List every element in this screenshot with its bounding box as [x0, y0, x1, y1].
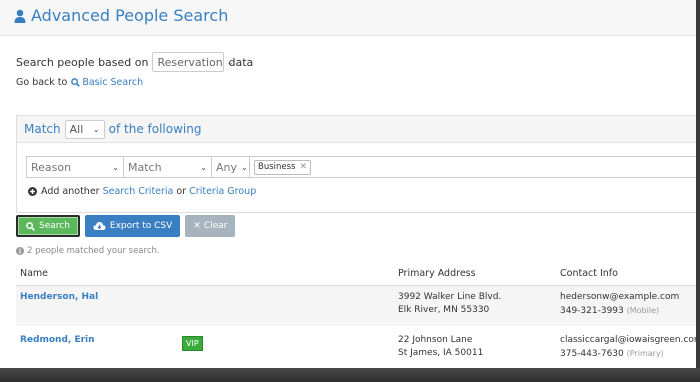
address-line1: 3992 Walker Line Blvd.	[398, 292, 502, 302]
close-icon[interactable]: ✕	[299, 162, 307, 172]
data-source-value: Reservation	[157, 55, 223, 69]
column-header-name: Name	[20, 268, 49, 279]
add-or: or	[176, 186, 187, 197]
chevron-down-icon: ⌄	[92, 124, 100, 134]
contact-phone-type: (Mobile)	[626, 306, 660, 315]
search-button-label: Search	[39, 221, 70, 231]
contact-phone: 375-443-7630	[560, 349, 624, 359]
contact-email: hedersonw@example.com	[560, 292, 680, 302]
page-header: Advanced People Search	[0, 0, 696, 36]
plus-circle-icon	[28, 187, 37, 196]
person-name-link[interactable]: Henderson, Hal	[20, 291, 98, 304]
criteria-panel: Match All ⌄ of the following Reason ⌄ Ma…	[16, 115, 696, 213]
search-icon	[26, 221, 35, 231]
table-row: Redmond, Erin VIP 22 Johnson Lane St Jam…	[16, 328, 696, 368]
criteria-rows: Reason ⌄ Match ⌄ Any ⌄ Business ✕ Add an…	[17, 143, 696, 197]
contact-phone-line: 349-321-3993 (Mobile)	[560, 304, 659, 318]
operator-select[interactable]: Match ⌄	[124, 157, 212, 177]
add-search-criteria-link[interactable]: Search Criteria	[103, 186, 174, 197]
export-csv-label: Export to CSV	[109, 221, 173, 231]
quantifier-value: Any	[216, 160, 238, 174]
page-title: Advanced People Search	[14, 6, 228, 25]
contact-phone-line: 375-443-7630 (Primary)	[560, 347, 664, 361]
criteria-line: Reason ⌄ Match ⌄ Any ⌄ Business ✕	[26, 156, 696, 178]
go-back-row: Go back to Basic Search	[16, 77, 143, 88]
search-icon	[71, 78, 81, 87]
data-source-row: Search people based on Reservation ⌄ dat…	[16, 52, 253, 72]
contact-phone-type: (Primary)	[626, 349, 664, 358]
clear-button[interactable]: ✕ Clear	[185, 215, 236, 237]
window-shadow-bottom	[0, 368, 700, 382]
action-buttons: Search Export to CSV ✕ Clear	[16, 215, 236, 237]
vip-badge: VIP	[182, 336, 203, 351]
clear-button-label: Clear	[203, 221, 228, 231]
address-line1: 22 Johnson Lane	[398, 335, 473, 345]
field-value: Reason	[31, 160, 72, 174]
contact-email: classiccargal@iowaisgreen.comx	[560, 335, 696, 345]
chevron-down-icon: ⌄	[112, 162, 119, 172]
data-source-prefix: Search people based on	[16, 55, 149, 69]
address-line2: Elk River, MN 55330	[398, 305, 490, 315]
person-name-link[interactable]: Redmond, Erin	[20, 334, 95, 347]
go-back-text: Go back to	[16, 77, 68, 88]
column-header-contact: Contact Info	[560, 268, 618, 279]
match-prefix: Match	[24, 122, 61, 136]
add-criteria-row: Add another Search Criteria or Criteria …	[26, 186, 696, 197]
address-line2: St James, IA 50011	[398, 348, 484, 358]
match-mode-select[interactable]: All ⌄	[64, 119, 105, 139]
match-mode-value: All	[69, 122, 84, 136]
user-icon	[14, 9, 26, 23]
app-frame: Advanced People Search Search people bas…	[0, 0, 696, 368]
match-suffix: of the following	[108, 122, 202, 136]
results-summary: 2 people matched your search.	[16, 246, 160, 256]
info-icon	[16, 247, 24, 255]
quantifier-select[interactable]: Any ⌄	[212, 157, 250, 177]
column-header-address: Primary Address	[398, 268, 476, 279]
results-summary-text: 2 people matched your search.	[27, 246, 160, 256]
contact-phone: 349-321-3993	[560, 306, 624, 316]
data-source-suffix: data	[228, 55, 254, 69]
operator-value: Match	[128, 160, 162, 174]
criteria-header: Match All ⌄ of the following	[17, 116, 696, 143]
value-tag: Business ✕	[254, 159, 312, 175]
close-icon: ✕	[193, 221, 201, 231]
search-button[interactable]: Search	[16, 215, 80, 237]
window-shadow-right	[696, 0, 700, 382]
chevron-down-icon: ⌄	[241, 162, 248, 172]
basic-search-link[interactable]: Basic Search	[82, 77, 143, 88]
value-tag-label: Business	[258, 162, 296, 172]
table-row: Henderson, Hal 3992 Walker Line Blvd. El…	[16, 286, 696, 326]
chevron-down-icon: ⌄	[200, 162, 207, 172]
add-prefix: Add another	[41, 186, 100, 197]
cloud-download-icon	[93, 222, 106, 230]
export-csv-button[interactable]: Export to CSV	[84, 215, 181, 237]
field-select[interactable]: Reason ⌄	[27, 157, 124, 177]
add-criteria-group-link[interactable]: Criteria Group	[189, 186, 256, 197]
page-title-text: Advanced People Search	[31, 6, 229, 25]
data-source-select[interactable]: Reservation ⌄	[152, 52, 233, 72]
